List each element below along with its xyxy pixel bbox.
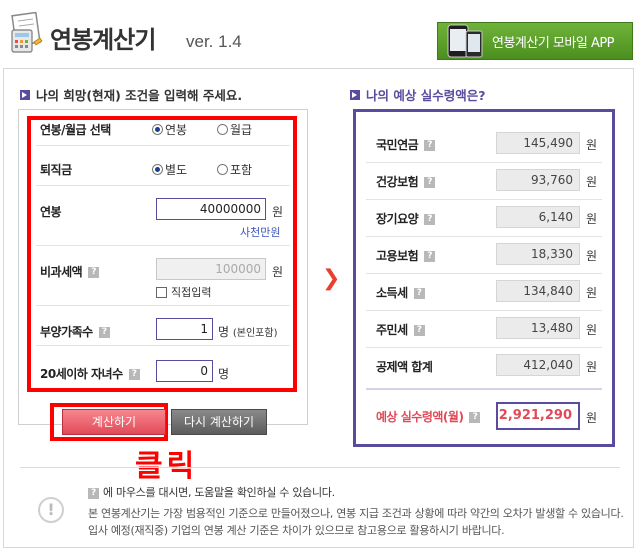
divider <box>366 236 602 237</box>
app-version: ver. 1.4 <box>186 32 242 51</box>
result-value: 6,140 <box>496 206 580 228</box>
net-salary-label-text: 예상 실수령액(월) <box>376 410 464 424</box>
result-row: 주민세? 13,480 원 <box>356 317 612 341</box>
result-unit: 원 <box>586 323 598 337</box>
result-value: 412,040 <box>496 354 580 376</box>
mobile-app-label: 연봉계산기 모바일 APP <box>492 35 615 51</box>
result-label: 국민연금? <box>376 136 436 153</box>
result-panel: 국민연금? 145,490 원 건강보험? 93,760 원 장기요양? 6,1… <box>353 109 615 447</box>
result-label-text: 고용보험 <box>376 249 419 263</box>
result-row: 고용보험? 18,330 원 <box>356 243 612 267</box>
click-annotation: 클릭 <box>135 449 199 484</box>
help-icon[interactable]: ? <box>424 251 436 262</box>
result-label: 공제액 합계 <box>376 360 433 374</box>
app-title: 연봉계산기 <box>50 26 156 54</box>
divider <box>366 162 602 163</box>
result-value: 93,760 <box>496 169 580 191</box>
divider <box>366 388 602 390</box>
chevron-right-icon: ❯ <box>322 266 341 291</box>
result-row: 건강보험? 93,760 원 <box>356 169 612 193</box>
result-unit: 원 <box>586 212 598 226</box>
help-icon[interactable]: ? <box>424 214 436 225</box>
main-panel: 나의 희망(현재) 조건을 입력해 주세요. 나의 예상 실수령액은? 연봉/월… <box>3 68 634 548</box>
result-row: 소득세? 134,840 원 <box>356 280 612 304</box>
result-row: 장기요양? 6,140 원 <box>356 206 612 230</box>
result-value: 134,840 <box>496 280 580 302</box>
result-label: 주민세? <box>376 321 425 338</box>
info-divider <box>20 467 620 468</box>
input-section-title-text: 나의 희망(현재) 조건을 입력해 주세요. <box>36 88 243 103</box>
result-label: 고용보험? <box>376 247 436 264</box>
input-section-title: 나의 희망(현재) 조건을 입력해 주세요. <box>20 85 242 104</box>
input-highlight-box <box>27 116 297 392</box>
result-value: 18,330 <box>496 243 580 265</box>
divider <box>366 347 602 348</box>
result-section-title: 나의 예상 실수령액은? <box>350 85 485 104</box>
help-icon[interactable]: ? <box>413 325 425 336</box>
result-row-total: 공제액 합계 412,040 원 <box>356 354 612 378</box>
info-line-reference: 입사 예정(재직중) 기업의 연봉 계산 기준은 차이가 있으므로 참고용으로 … <box>88 524 505 537</box>
result-label-text: 건강보험 <box>376 175 419 189</box>
recalculate-button[interactable]: 다시 계산하기 <box>171 409 267 435</box>
divider <box>366 310 602 311</box>
mobile-app-button[interactable]: 연봉계산기 모바일 APP <box>437 22 633 60</box>
result-unit: 원 <box>586 138 598 152</box>
divider <box>366 273 602 274</box>
result-label: 건강보험? <box>376 173 436 190</box>
info-line-help: ? 에 마우스를 대시면, 도움말을 확인하실 수 있습니다. <box>88 484 335 500</box>
result-value: 145,490 <box>496 132 580 154</box>
help-icon[interactable]: ? <box>469 412 481 423</box>
help-icon: ? <box>88 487 99 499</box>
section-bullet-icon <box>20 89 30 100</box>
result-unit: 원 <box>586 249 598 263</box>
calculator-document-icon <box>8 11 44 56</box>
section-bullet-icon <box>350 89 360 100</box>
smartphone-icon <box>446 23 486 59</box>
result-unit: 원 <box>586 286 598 300</box>
net-salary-value: 2,921,290 <box>496 402 580 430</box>
help-icon[interactable]: ? <box>413 288 425 299</box>
net-salary-label: 예상 실수령액(월)? <box>376 408 481 425</box>
result-label-text: 주민세 <box>376 323 408 337</box>
info-line-disclaimer: 본 연봉계산기는 가장 범용적인 기준으로 만들어졌으나, 연봉 지급 조건과 … <box>88 507 624 520</box>
header: 연봉계산기 ver. 1.4 연봉계산기 모바일 APP <box>0 0 639 66</box>
result-label-text: 소득세 <box>376 286 408 300</box>
result-unit: 원 <box>586 175 598 189</box>
result-label: 소득세? <box>376 284 425 301</box>
help-icon[interactable]: ? <box>424 140 436 151</box>
result-unit: 원 <box>586 360 598 374</box>
result-value: 13,480 <box>496 317 580 339</box>
result-label-text: 장기요양 <box>376 212 419 226</box>
exclamation-icon: ! <box>38 497 64 523</box>
result-label: 장기요양? <box>376 210 436 227</box>
info-help-text: 에 마우스를 대시면, 도움말을 확인하실 수 있습니다. <box>103 486 335 499</box>
calculate-button[interactable]: 계산하기 <box>62 409 166 435</box>
divider <box>366 199 602 200</box>
help-icon[interactable]: ? <box>424 177 436 188</box>
result-label-text: 국민연금 <box>376 138 419 152</box>
result-row: 국민연금? 145,490 원 <box>356 132 612 156</box>
net-salary-row: 예상 실수령액(월)? 2,921,290 원 <box>356 402 612 432</box>
net-salary-unit: 원 <box>586 411 598 425</box>
result-section-title-text: 나의 예상 실수령액은? <box>366 88 486 103</box>
